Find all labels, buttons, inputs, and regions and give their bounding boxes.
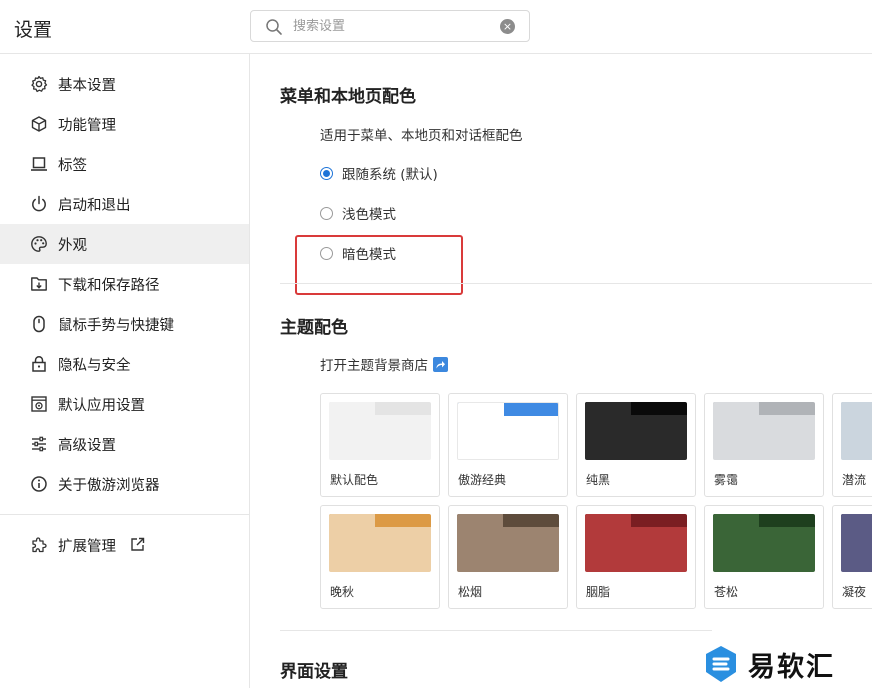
watermark-logo: 易软汇: [702, 640, 872, 688]
lock-icon: [32, 355, 46, 372]
search-input[interactable]: [293, 16, 493, 36]
theme-swatch: [585, 402, 687, 460]
sidebar-item-downloads[interactable]: 下载和保存路径: [0, 264, 249, 304]
sidebar-item-about[interactable]: 关于傲游浏览器: [0, 464, 249, 504]
sidebar-item-label: 隐私与安全: [58, 358, 131, 374]
theme-swatch: [457, 402, 559, 460]
sidebar-item-feature-management[interactable]: 功能管理: [0, 104, 249, 144]
highlight-annotation-box: [295, 235, 463, 295]
theme-card[interactable]: 胭脂: [576, 505, 696, 609]
sidebar-item-startup-exit[interactable]: 启动和退出: [0, 184, 249, 224]
sliders-icon: [32, 436, 46, 452]
download-folder-icon: [31, 277, 47, 291]
sidebar-item-label: 扩展管理: [58, 539, 116, 555]
clear-icon[interactable]: ×: [500, 19, 515, 34]
sidebar-item-label: 默认应用设置: [58, 398, 145, 414]
radio-label: 浅色模式: [342, 207, 396, 223]
cube-icon: [31, 116, 47, 132]
sidebar-item-mouse-gestures[interactable]: 鼠标手势与快捷键: [0, 304, 249, 344]
theme-card[interactable]: 苍松: [704, 505, 824, 609]
radio-follow-system[interactable]: 跟随系统 (默认): [320, 163, 438, 183]
theme-store-link[interactable]: 打开主题背景商店: [320, 354, 448, 374]
gear-icon: [31, 75, 48, 93]
color-scheme-description: 适用于菜单、本地页和对话框配色: [320, 128, 523, 144]
theme-swatch: [841, 514, 872, 572]
theme-card[interactable]: 纯黑: [576, 393, 696, 497]
theme-card[interactable]: 潜流: [832, 393, 872, 497]
sidebar-item-privacy-security[interactable]: 隐私与安全: [0, 344, 249, 384]
external-link-icon: [131, 537, 145, 551]
section-title-interface: 界面设置: [280, 662, 348, 682]
sidebar-item-extensions[interactable]: 扩展管理: [0, 525, 249, 565]
theme-card[interactable]: 凝夜: [832, 505, 872, 609]
search-icon: [266, 19, 282, 35]
theme-name: 胭脂: [586, 585, 611, 599]
theme-name: 纯黑: [586, 473, 611, 487]
section-divider: [280, 283, 872, 284]
main-content: 菜单和本地页配色 适用于菜单、本地页和对话框配色 跟随系统 (默认) 浅色模式 …: [250, 54, 872, 688]
theme-swatch: [841, 402, 872, 460]
theme-card[interactable]: 晚秋: [320, 505, 440, 609]
radio-light-mode[interactable]: 浅色模式: [320, 203, 396, 223]
theme-swatch: [457, 514, 559, 572]
theme-swatch: [585, 514, 687, 572]
page-title: 设置: [14, 19, 53, 41]
theme-card[interactable]: 傲游经典: [448, 393, 568, 497]
sidebar-divider: [0, 514, 249, 515]
section-divider: [280, 630, 712, 631]
theme-swatch: [713, 514, 815, 572]
sidebar-item-label: 下载和保存路径: [58, 278, 160, 294]
radio-button[interactable]: [320, 206, 333, 220]
sidebar-item-label: 启动和退出: [58, 198, 131, 214]
sidebar-item-basic-settings[interactable]: 基本设置: [0, 64, 249, 104]
sidebar: 基本设置 功能管理 标签 启动和退出 外观 下载和保存路径 鼠标手势与快捷键 隐…: [0, 54, 250, 688]
theme-store-label: 打开主题背景商店: [320, 358, 428, 374]
share-arrow-icon: [433, 356, 448, 372]
sidebar-item-label: 外观: [58, 238, 87, 254]
sidebar-item-label: 鼠标手势与快捷键: [58, 318, 174, 334]
theme-name: 苍松: [714, 585, 739, 599]
info-icon: [31, 476, 47, 492]
theme-card[interactable]: 雾霭: [704, 393, 824, 497]
theme-name: 凝夜: [842, 585, 867, 599]
palette-icon: [31, 236, 47, 252]
power-icon: [32, 195, 46, 212]
theme-swatch: [329, 514, 431, 572]
radio-label: 跟随系统 (默认): [342, 167, 438, 183]
theme-swatch: [713, 402, 815, 460]
sidebar-item-tabs[interactable]: 标签: [0, 144, 249, 184]
sidebar-item-label: 基本设置: [58, 78, 116, 94]
section-title-theme: 主题配色: [280, 318, 348, 338]
theme-card[interactable]: 默认配色: [320, 393, 440, 497]
default-app-icon: [31, 396, 47, 412]
radio-button[interactable]: [320, 166, 333, 180]
search-box[interactable]: ×: [250, 10, 530, 42]
watermark-logo-icon: [706, 646, 736, 682]
theme-name: 松烟: [458, 585, 483, 599]
section-title-color-scheme: 菜单和本地页配色: [280, 87, 416, 107]
laptop-icon: [31, 157, 47, 171]
theme-name: 傲游经典: [458, 473, 507, 487]
theme-swatch: [329, 402, 431, 460]
mouse-icon: [33, 315, 45, 333]
sidebar-item-default-apps[interactable]: 默认应用设置: [0, 384, 249, 424]
theme-card[interactable]: 松烟: [448, 505, 568, 609]
sidebar-item-appearance[interactable]: 外观: [0, 224, 249, 264]
watermark-text: 易软汇: [748, 651, 835, 683]
puzzle-icon: [32, 537, 47, 553]
sidebar-item-label: 标签: [58, 158, 87, 174]
sidebar-item-label: 高级设置: [58, 438, 116, 454]
sidebar-item-label: 功能管理: [58, 118, 116, 134]
theme-name: 晚秋: [330, 585, 355, 599]
theme-name: 潜流: [842, 473, 867, 487]
sidebar-item-advanced[interactable]: 高级设置: [0, 424, 249, 464]
sidebar-item-label: 关于傲游浏览器: [58, 478, 160, 494]
theme-name: 雾霭: [714, 473, 739, 487]
top-bar: 设置 ×: [0, 0, 872, 54]
theme-name: 默认配色: [330, 473, 379, 487]
